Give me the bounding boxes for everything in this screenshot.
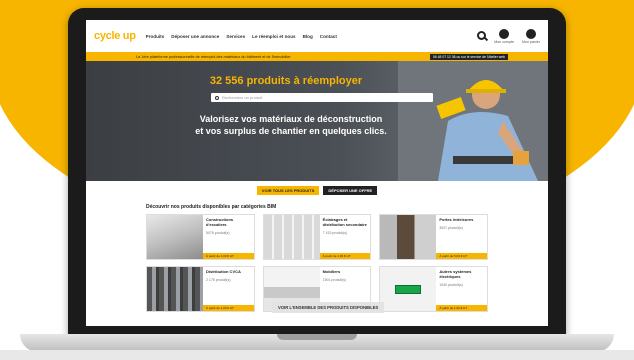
- hero-banner: 32 556 produits à réemployer Recherchez …: [86, 61, 548, 181]
- view-all-products-button[interactable]: VOIR TOUS LES PRODUITS: [256, 186, 320, 195]
- category-image-stairs: [147, 215, 203, 259]
- category-image-pipes: [147, 267, 203, 311]
- hero-search-input[interactable]: Recherchez un produit: [211, 93, 433, 102]
- post-offer-button[interactable]: DÉPOSER UNE OFFRE: [323, 186, 378, 195]
- category-count: 1901 produit(s): [322, 278, 347, 282]
- category-count: 5076 produit(s): [206, 231, 230, 235]
- main-nav: Produits Déposer une annonce Services Le…: [146, 34, 337, 39]
- nav-item-reemploi[interactable]: Le réemploi et nous: [252, 34, 295, 39]
- site-header: cycle up Produits Déposer une annonce Se…: [86, 20, 548, 52]
- category-name: Mobiliers: [322, 269, 341, 274]
- info-bar: La 1ère plateforme professionnelle de ré…: [86, 52, 548, 61]
- hero-subtitle-line-1: Valorisez vos matériaux de déconstructio…: [199, 114, 383, 124]
- category-card-body: Autres systèmes électriques 1040 produit…: [436, 267, 487, 311]
- nav-item-services[interactable]: Services: [226, 34, 245, 39]
- hero-title: 32 556 produits à réemployer: [209, 75, 363, 87]
- account-button[interactable]: Mon compte: [494, 28, 515, 44]
- exit-sign-icon: [395, 284, 422, 294]
- category-price: À partir de 1,00 € HT: [436, 305, 487, 311]
- category-count: 7 415 produit(s): [322, 231, 348, 235]
- category-image-exit-sign: [380, 267, 437, 311]
- nav-item-blog[interactable]: Blog: [303, 34, 313, 39]
- category-card-body: Constructions d'escaliers 5076 produit(s…: [203, 215, 254, 259]
- nav-item-contact[interactable]: Contact: [320, 34, 337, 39]
- search-placeholder: Recherchez un produit: [222, 95, 263, 100]
- category-grid: Constructions d'escaliers 5076 produit(s…: [146, 214, 488, 312]
- category-card[interactable]: Éclairages et distribution secondaire 7 …: [262, 214, 372, 260]
- category-name: Distribution CVCA: [206, 269, 241, 274]
- nav-item-deposer[interactable]: Déposer une annonce: [171, 34, 219, 39]
- header-icons: Mon compte Mon panier: [477, 28, 540, 44]
- user-icon: [499, 28, 510, 39]
- laptop-screen: cycle up Produits Déposer une annonce Se…: [86, 20, 548, 326]
- account-label: Mon compte: [494, 39, 515, 44]
- categories-title: Découvrir nos produits disponibles par c…: [146, 204, 277, 210]
- hero-buttons: VOIR TOUS LES PRODUITS DÉPOSER UNE OFFRE: [86, 186, 548, 195]
- category-name: Portes intérieures: [439, 217, 474, 222]
- category-count: 2 178 produit(s): [206, 278, 231, 282]
- hero-subtitle: Valorisez vos matériaux de déconstructio…: [166, 113, 416, 137]
- nav-item-produits[interactable]: Produits: [146, 34, 165, 39]
- search-icon: [477, 30, 487, 40]
- category-card[interactable]: Portes intérieures 3007 produit(s) À par…: [379, 214, 488, 260]
- stage: cycle up Produits Déposer une annonce Se…: [0, 0, 634, 360]
- info-bar-contact[interactable]: 06 48 07 12 36 ou sur le service de l'At…: [429, 53, 508, 60]
- category-name: Constructions d'escaliers: [206, 217, 234, 227]
- category-card[interactable]: Constructions d'escaliers 5076 produit(s…: [146, 214, 255, 260]
- laptop-notch: [277, 334, 357, 340]
- category-count: 3007 produit(s): [439, 226, 463, 230]
- cart-label: Mon panier: [522, 39, 540, 44]
- category-price: À partir de 1,00 € HT: [203, 305, 254, 311]
- category-image-ceiling: [263, 215, 320, 259]
- category-card-body: Distribution CVCA 2 178 produit(s) À par…: [203, 267, 254, 311]
- search-icon: [215, 95, 219, 100]
- info-bar-text: La 1ère plateforme professionnelle de ré…: [136, 54, 291, 59]
- category-price: À partir de 1,00 € HT: [319, 253, 371, 259]
- site-logo[interactable]: cycle up: [94, 30, 136, 42]
- cart-button[interactable]: Mon panier: [522, 28, 540, 44]
- see-all-products-button[interactable]: VOIR L'ENSEMBLE DES PRODUITS DISPONIBLES: [272, 302, 385, 313]
- category-name: Éclairages et distribution secondaire: [322, 217, 367, 227]
- ground-shadow: [0, 350, 634, 360]
- category-name: Autres systèmes électriques: [439, 269, 472, 279]
- category-card-body: Éclairages et distribution secondaire 7 …: [319, 215, 371, 259]
- cart-icon: [526, 28, 536, 39]
- category-price: À partir de 1,00 € HT: [203, 253, 254, 259]
- category-count: 1040 produit(s): [439, 283, 463, 287]
- category-card-body: Portes intérieures 3007 produit(s) À par…: [436, 215, 487, 259]
- category-card[interactable]: Distribution CVCA 2 178 produit(s) À par…: [146, 266, 255, 312]
- category-image-door: [380, 215, 437, 259]
- category-price: À partir de 5,00 € HT: [436, 253, 487, 259]
- category-card[interactable]: Autres systèmes électriques 1040 produit…: [379, 266, 488, 312]
- hero-subtitle-line-2: et vos surplus de chantier en quelques c…: [195, 126, 387, 136]
- construction-worker-image: [398, 61, 548, 181]
- search-button[interactable]: [477, 30, 487, 44]
